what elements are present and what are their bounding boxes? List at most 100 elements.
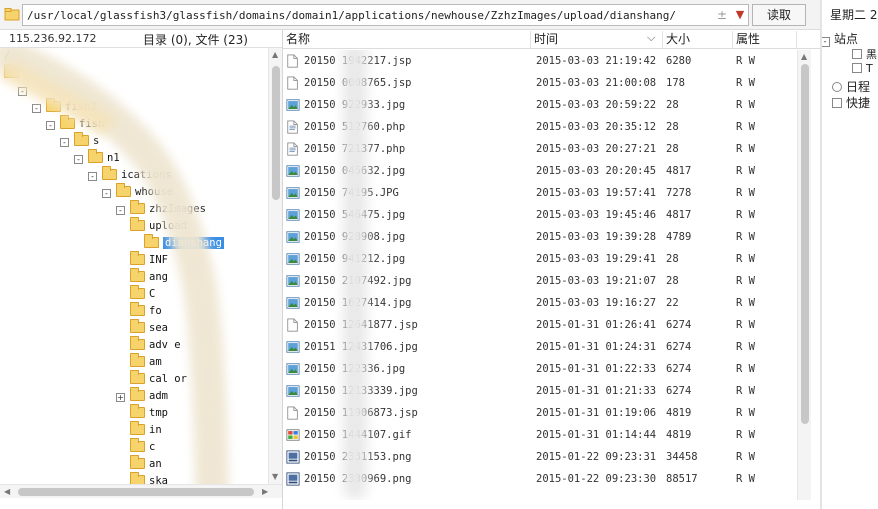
file-row[interactable]: 20150 721377.php 2015-03-03 20:27:21 28 R W [283,138,797,160]
collapse-icon[interactable]: - [88,172,97,181]
file-row[interactable]: 20150 045632.jpg 2015-03-03 20:20:45 4817 R… [283,160,797,182]
tree-node[interactable]: - n1 [74,149,120,167]
file-row[interactable]: 20150 1627414.jpg 2015-03-03 19:16:27 22 R … [283,292,797,314]
tree-node[interactable]: - fish3 [32,98,97,116]
collapse-icon[interactable]: - [102,189,111,198]
chevron-down-icon[interactable]: ▼ [733,9,747,21]
tree-vertical-scrollbar[interactable]: ▲ ▼ [268,48,282,484]
file-row[interactable]: 20150 2107492.jpg 2015-03-03 19:21:07 28 R … [283,270,797,292]
scroll-left-icon[interactable]: ◀ [4,487,10,497]
site-subitem[interactable]: T [852,62,873,75]
tree-node[interactable]: + adm [116,387,168,405]
tree-node[interactable]: - fish [46,115,104,133]
file-row[interactable]: 20150 0008765.jsp 2015-03-03 21:00:08 178 R… [283,72,797,94]
tree-node[interactable]: ang [130,268,168,286]
collapse-icon[interactable]: - [60,138,69,147]
file-row[interactable]: 20150 74195.JPG 2015-03-03 19:57:41 7278 R … [283,182,797,204]
tree-node[interactable]: in [130,421,162,439]
tree-node[interactable]: fo [130,302,162,320]
collapse-icon[interactable]: - [74,155,83,164]
shortcut-item[interactable]: 快捷 [832,94,870,111]
file-row[interactable]: 20150 2330969.png 2015-01-22 09:23:30 8851… [283,468,797,490]
tree-node[interactable]: sea [130,319,168,337]
column-name[interactable]: 名称 [283,31,531,48]
tree-node-label: tmp [149,407,168,419]
folder-icon [130,217,145,231]
file-row[interactable]: 20150 122336.jpg 2015-01-31 01:22:33 6274 R… [283,358,797,380]
tree-node[interactable]: c [130,438,155,456]
folder-path-icon [4,8,20,21]
tree-node[interactable]: INF [130,251,168,269]
file-time: 2015-03-03 19:39:28 [536,231,657,243]
folder-icon [130,285,145,299]
file-row[interactable]: 20151 12431706.jpg 2015-01-31 01:24:31 627… [283,336,797,358]
scroll-right-icon[interactable]: ▶ [262,487,268,497]
file-row[interactable]: 20150 922933.jpg 2015-03-03 20:59:22 28 R W [283,94,797,116]
calendar-icon [832,82,842,92]
tree-node-label: ications [121,169,172,181]
sync-icon[interactable]: ± [715,8,729,22]
tree-node-selected[interactable]: dianshang [144,234,224,252]
file-row[interactable]: 20150 1942217.jsp 2015-03-03 21:19:42 6280… [283,50,797,72]
tree-node[interactable]: - whouse [102,183,173,201]
tree-node[interactable]: am [130,353,162,371]
collapse-icon[interactable]: - [46,121,55,130]
tree-node[interactable]: - ications [88,166,172,184]
file-size: 178 [666,77,685,89]
scroll-up-icon[interactable]: ▲ [272,50,278,60]
column-attr[interactable]: 属性 [733,31,797,48]
site-section[interactable]: - 站点 [822,30,858,47]
tree-node[interactable]: / [4,48,10,65]
file-row[interactable]: 20150 546475.jpg 2015-03-03 19:45:46 4817 R… [283,204,797,226]
tree-node-label: dianshang [163,237,224,249]
file-row[interactable]: 20150 941212.jpg 2015-03-03 19:29:41 28 R W [283,248,797,270]
path-input[interactable] [22,4,749,26]
folder-icon [60,115,75,129]
collapse-icon[interactable]: - [18,87,27,96]
tree-node[interactable]: - zhzImages [116,200,206,218]
read-button[interactable]: 读取 [752,4,806,26]
tree-node[interactable] [4,64,23,82]
tree-node[interactable]: ska [130,472,168,484]
column-time[interactable]: 时间 [531,31,663,48]
schedule-item[interactable]: 日程 [832,78,870,95]
site-subitem[interactable]: 黑 [852,46,877,62]
tree-hscroll-thumb[interactable] [18,488,254,496]
scroll-down-icon[interactable]: ▼ [272,472,278,482]
tree-node[interactable]: adv e [130,336,181,354]
file-size: 4819 [666,429,692,441]
file-time: 2015-03-03 21:00:08 [536,77,657,89]
tree-node[interactable]: -s [60,132,99,150]
file-row[interactable]: 20150 2331153.png 2015-01-22 09:23:31 3445… [283,446,797,468]
collapse-icon[interactable]: - [32,104,41,113]
folder-icon [130,387,145,401]
file-list-vertical-scrollbar[interactable]: ▲ [797,50,811,500]
site-subitem-label: T [866,62,873,75]
collapse-icon[interactable]: - [116,206,125,215]
file-row[interactable]: 20150 1444107.gif 2015-01-31 01:14:44 4819… [283,424,797,446]
tree-node[interactable]: upload [130,217,187,235]
expand-icon[interactable]: + [116,393,125,402]
file-name: 20150 74195.JPG [304,187,399,199]
column-size[interactable]: 大小 [663,31,733,48]
file-time: 2015-03-03 19:16:27 [536,297,657,309]
tree-node[interactable]: an [130,455,162,473]
file-list-scroll-thumb[interactable] [801,64,809,424]
minus-box-icon[interactable]: - [822,37,830,47]
tree-horizontal-scrollbar[interactable]: ◀ ▶ [0,484,282,498]
file-row[interactable]: 20150 512760.php 2015-03-03 20:35:12 28 R W [283,116,797,138]
tree-node[interactable]: cal or [130,370,187,388]
image-icon [286,273,300,289]
file-list[interactable]: 20150 1942217.jsp 2015-03-03 21:19:42 6280… [283,50,797,500]
file-row[interactable]: 20150 928908.jpg 2015-03-03 19:39:28 4789 R… [283,226,797,248]
tree-node[interactable]: tmp [130,404,168,422]
folder-tree[interactable]: / - - fish3- fish - s - n1- ications - whouse - zhzIm… [0,48,268,484]
file-row[interactable]: 20150 12641877.jsp 2015-01-31 01:26:41 627… [283,314,797,336]
scroll-up-icon[interactable]: ▲ [801,52,807,62]
file-row[interactable]: 20150 12133339.jpg 2015-01-31 01:21:33 627… [283,380,797,402]
folder-icon [144,234,159,248]
tree-node[interactable]: - [18,82,32,99]
tree-node[interactable]: C [130,285,155,303]
tree-scroll-thumb[interactable] [272,66,280,200]
file-row[interactable]: 20150 11906873.jsp 2015-01-31 01:19:06 481… [283,402,797,424]
